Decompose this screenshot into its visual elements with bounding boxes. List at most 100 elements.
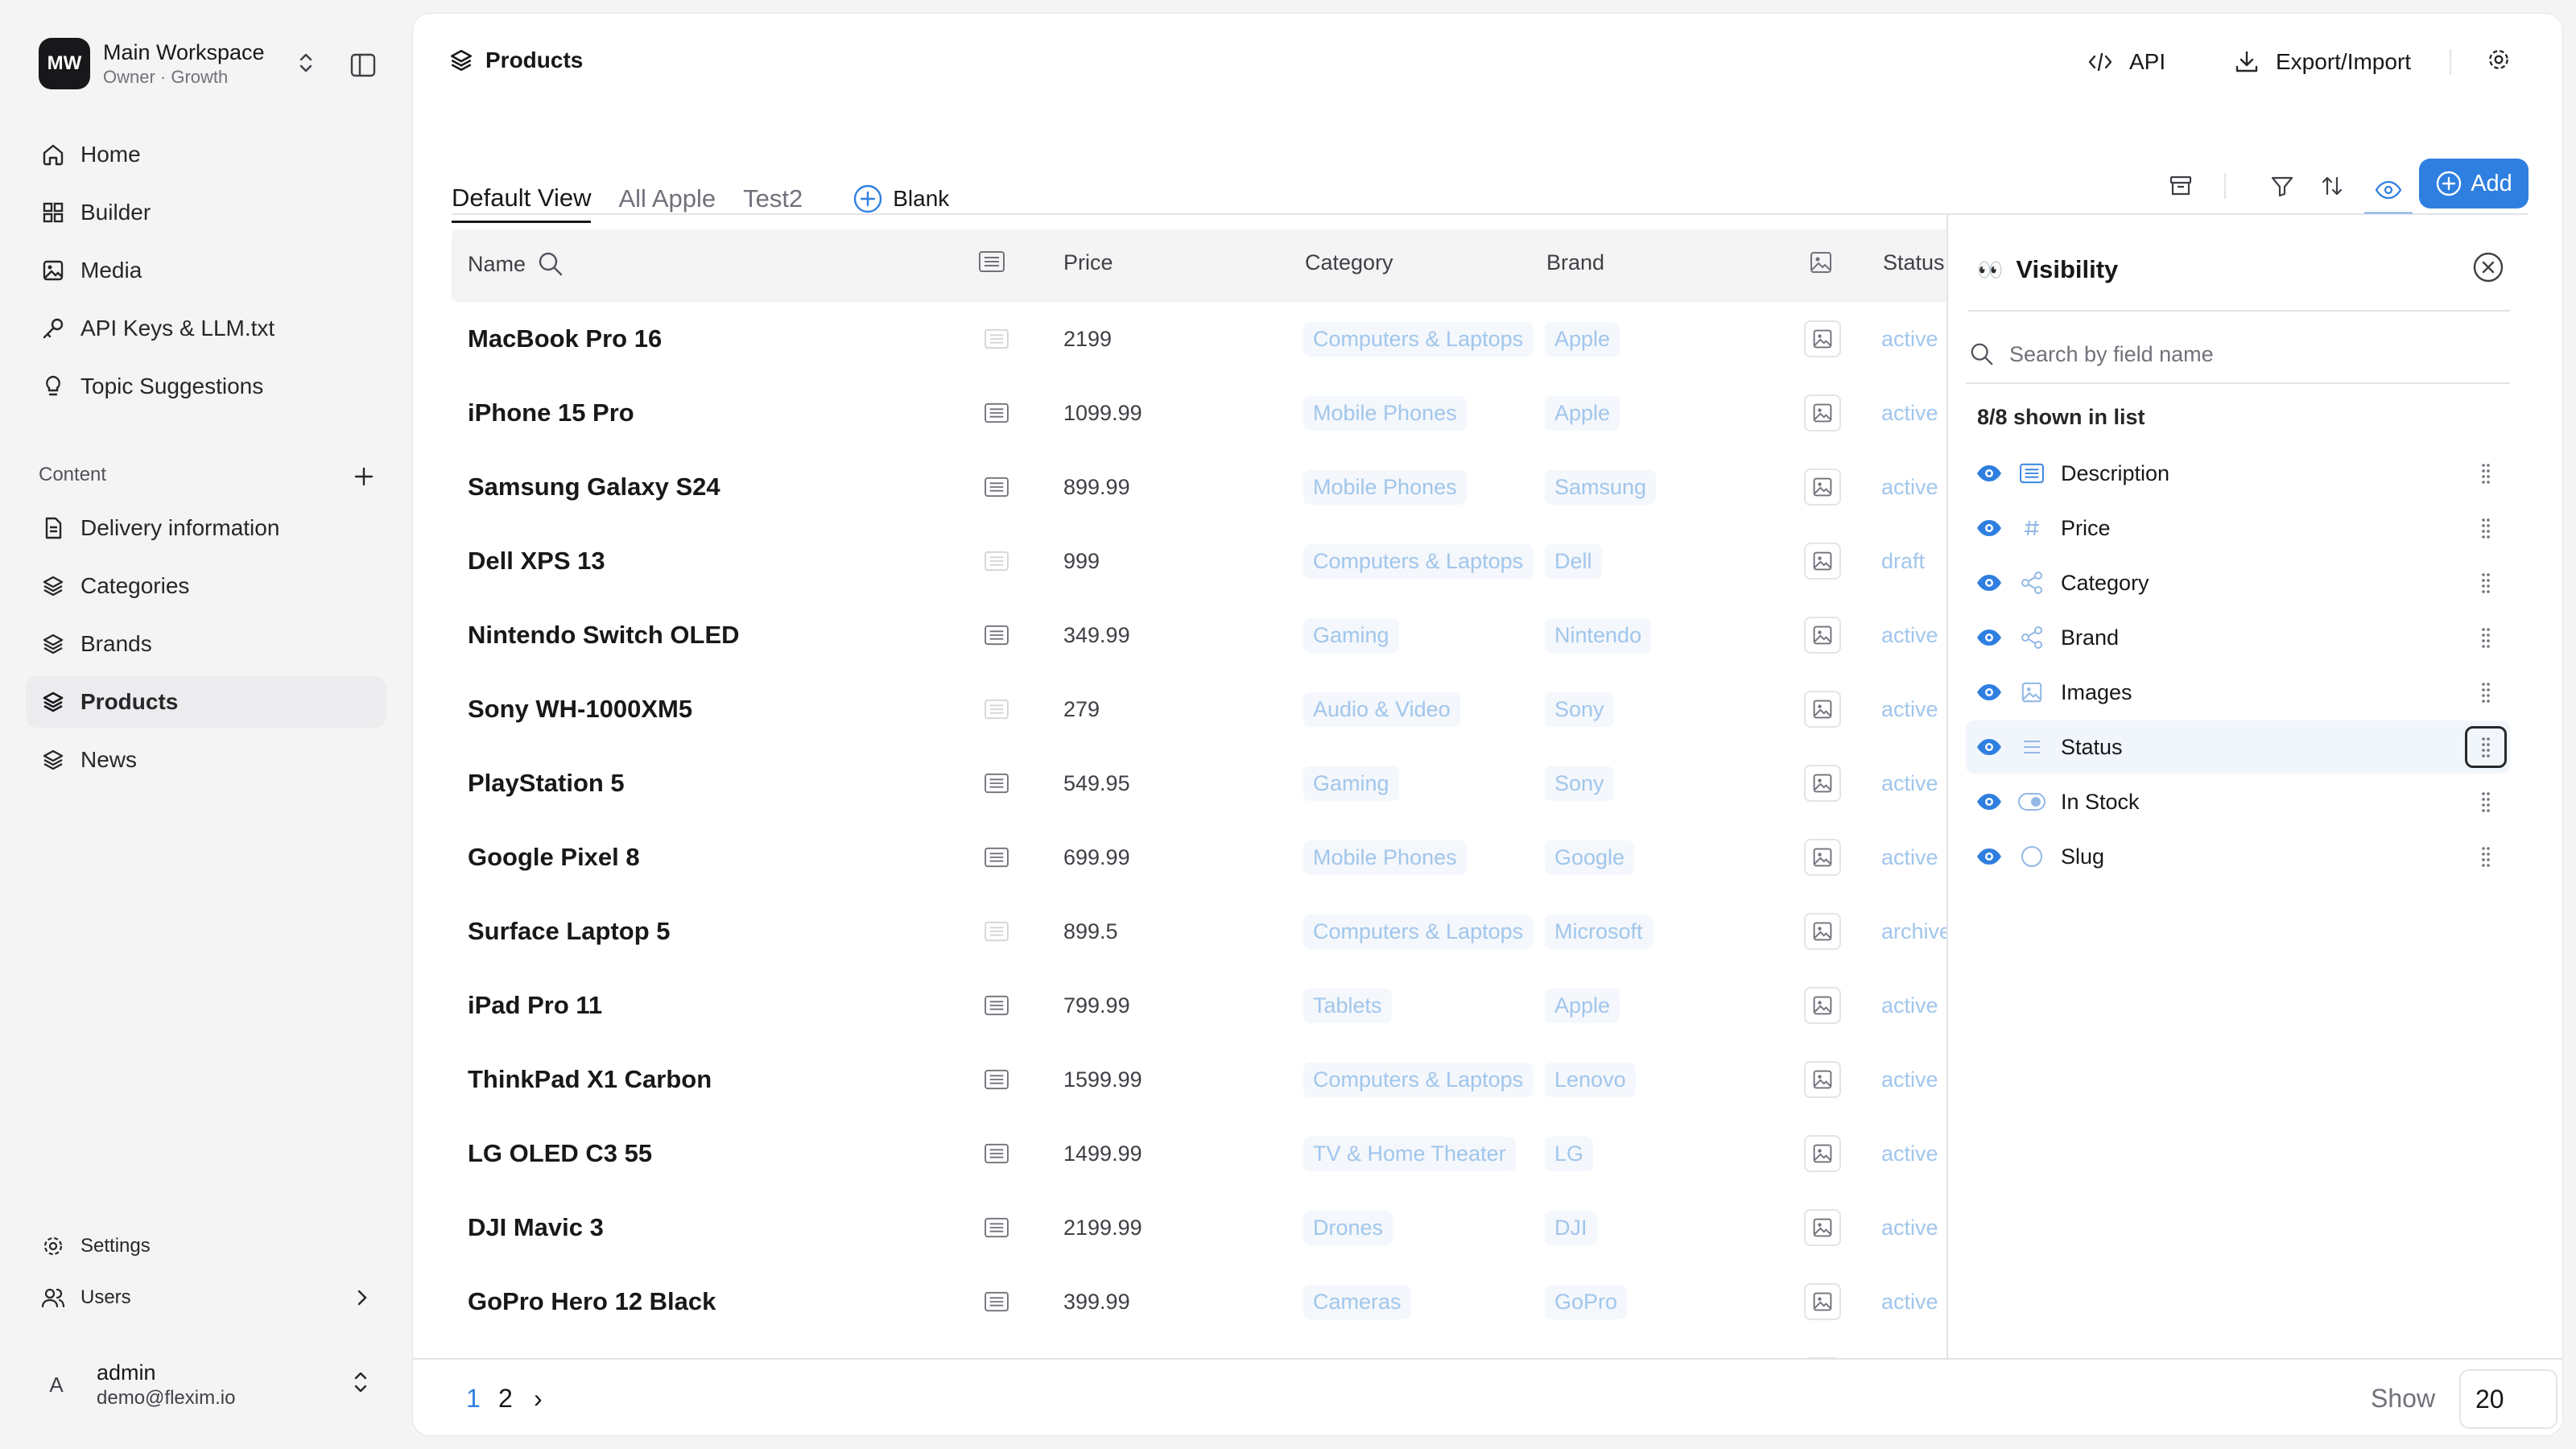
drag-handle-icon[interactable] [2465,726,2507,768]
image-icon[interactable] [1804,320,1841,357]
product-name[interactable]: iPad Pro 11 [468,968,602,1042]
product-name[interactable]: MacBook Pro 16 [468,302,662,376]
export-import-button[interactable]: Export/Import [2234,46,2411,78]
brand-pill[interactable]: Dell [1545,543,1602,579]
product-name[interactable]: LG OLED C3 55 [468,1117,652,1191]
product-name[interactable]: iPhone 15 Pro [468,376,634,450]
table-row[interactable]: Dell XPS 13 999 Computers & Laptops Dell… [452,524,1951,598]
image-icon[interactable] [1804,913,1841,950]
brand-pill[interactable]: GoPro [1545,1284,1628,1319]
brand-pill[interactable]: Google [1545,840,1635,875]
chevron-up-down-icon[interactable] [290,47,322,79]
product-name[interactable]: PlayStation 5 [468,746,625,820]
user-menu[interactable]: A admin demo@flexim.io [26,1352,386,1417]
nav-item-home[interactable]: Home [26,129,386,180]
category-pill[interactable]: Computers & Laptops [1303,914,1534,949]
category-pill[interactable]: Computers & Laptops [1303,321,1534,357]
column-header-name[interactable]: Name [468,250,564,278]
table-row[interactable]: GoPro Hero 12 Black 399.99 Cameras GoPro… [452,1265,1951,1339]
category-pill[interactable]: Cameras [1303,1284,1411,1319]
nav-item-media[interactable]: Media [26,245,386,296]
eye-icon[interactable] [1975,628,2003,647]
api-button[interactable]: API [2087,46,2165,78]
brand-pill[interactable]: LG [1545,1136,1594,1171]
eye-icon[interactable] [2364,167,2413,215]
product-name[interactable]: Samsung Galaxy S24 [468,450,720,524]
settings-button[interactable] [2487,46,2511,78]
close-icon[interactable] [2471,250,2505,284]
nav-item-delivery-information[interactable]: Delivery information [26,502,386,554]
search-icon[interactable] [537,250,564,278]
brand-pill[interactable]: Microsoft [1545,914,1653,949]
product-name[interactable]: DJI Mavic 3 [468,1191,604,1265]
archive-icon[interactable] [2161,167,2200,205]
column-header-status[interactable]: Status [1883,250,1945,275]
category-pill[interactable]: Tablets [1303,988,1392,1023]
next-page-button[interactable]: › [534,1384,543,1414]
table-row[interactable]: Nintendo Switch OLED 349.99 Gaming Ninte… [452,598,1951,672]
eye-icon[interactable] [1975,518,2003,538]
nav-item-categories[interactable]: Categories [26,560,386,612]
product-name[interactable]: Surface Laptop 5 [468,894,671,968]
visibility-field-row[interactable]: Images [1966,666,2510,719]
visibility-field-row[interactable]: Slug [1966,830,2510,883]
drag-handle-icon[interactable] [2465,562,2507,604]
brand-pill[interactable]: DJI [1545,1210,1597,1245]
add-button[interactable]: Add [2419,159,2529,208]
drag-handle-icon[interactable] [2465,781,2507,823]
category-pill[interactable]: Drones [1303,1210,1393,1245]
brand-pill[interactable]: Samsung [1545,469,1657,505]
drag-handle-icon[interactable] [2465,452,2507,494]
category-pill[interactable]: Mobile Phones [1303,840,1467,875]
table-row[interactable]: Samsung Galaxy S24 899.99 Mobile Phones … [452,450,1951,524]
product-name[interactable]: GoPro Hero 12 Black [468,1265,716,1339]
nav-item-builder[interactable]: Builder [26,187,386,238]
image-icon[interactable] [1804,1283,1841,1320]
page-link-1[interactable]: 1 [466,1384,481,1414]
eye-icon[interactable] [1975,464,2003,483]
brand-pill[interactable]: Lenovo [1545,1062,1636,1097]
category-pill[interactable]: Computers & Laptops [1303,543,1534,579]
brand-pill[interactable]: Nintendo [1545,617,1652,653]
brand-pill[interactable]: Sony [1545,691,1614,727]
visibility-field-row[interactable]: Category [1966,556,2510,609]
image-icon[interactable] [1804,1135,1841,1172]
column-header-brand[interactable]: Brand [1546,250,1604,275]
product-name[interactable]: Dell XPS 13 [468,524,605,598]
product-name[interactable]: Google Pixel 8 [468,820,640,894]
column-header-category[interactable]: Category [1305,250,1393,275]
page-link-2[interactable]: 2 [498,1384,513,1414]
brand-pill[interactable]: Sony [1545,766,1614,801]
workspace-switcher[interactable]: MW Main Workspace Owner · Growth [39,37,377,90]
category-pill[interactable]: Gaming [1303,617,1399,653]
sidebar-toggle-icon[interactable] [345,47,382,84]
image-icon[interactable] [1804,1061,1841,1098]
eye-icon[interactable] [1975,573,2003,592]
brand-pill[interactable]: Apple [1545,321,1620,357]
nav-item-api-keys[interactable]: API Keys & LLM.txt [26,303,386,354]
eye-icon[interactable] [1975,792,2003,811]
visibility-field-row[interactable]: Brand [1966,611,2510,664]
table-row[interactable]: Surface Laptop 5 899.5 Computers & Lapto… [452,894,1951,968]
product-name[interactable]: Sony WH-1000XM5 [468,672,692,746]
image-icon[interactable] [1804,765,1841,802]
image-icon[interactable] [1804,987,1841,1024]
image-icon[interactable] [1804,469,1841,506]
eye-icon[interactable] [1975,847,2003,866]
image-icon[interactable] [1804,394,1841,431]
nav-item-news[interactable]: News [26,734,386,786]
nav-item-brands[interactable]: Brands [26,618,386,670]
table-row[interactable]: PlayStation 5 549.95 Gaming Sony active [452,746,1951,820]
visibility-field-row[interactable]: Description [1966,447,2510,500]
category-pill[interactable]: Computers & Laptops [1303,1062,1534,1097]
filter-icon[interactable] [2263,167,2301,205]
plus-icon[interactable] [348,460,380,493]
category-pill[interactable]: Mobile Phones [1303,469,1467,505]
table-row[interactable]: iPad Pro 11 799.99 Tablets Apple active [452,968,1951,1042]
nav-item-products[interactable]: Products [26,676,386,728]
visibility-field-row[interactable]: Price [1966,502,2510,555]
nav-item-settings[interactable]: Settings [26,1220,386,1272]
image-icon[interactable] [1804,839,1841,876]
product-name[interactable]: Nintendo Switch OLED [468,598,740,672]
table-row[interactable]: DJI Mavic 3 2199.99 Drones DJI active [452,1191,1951,1265]
